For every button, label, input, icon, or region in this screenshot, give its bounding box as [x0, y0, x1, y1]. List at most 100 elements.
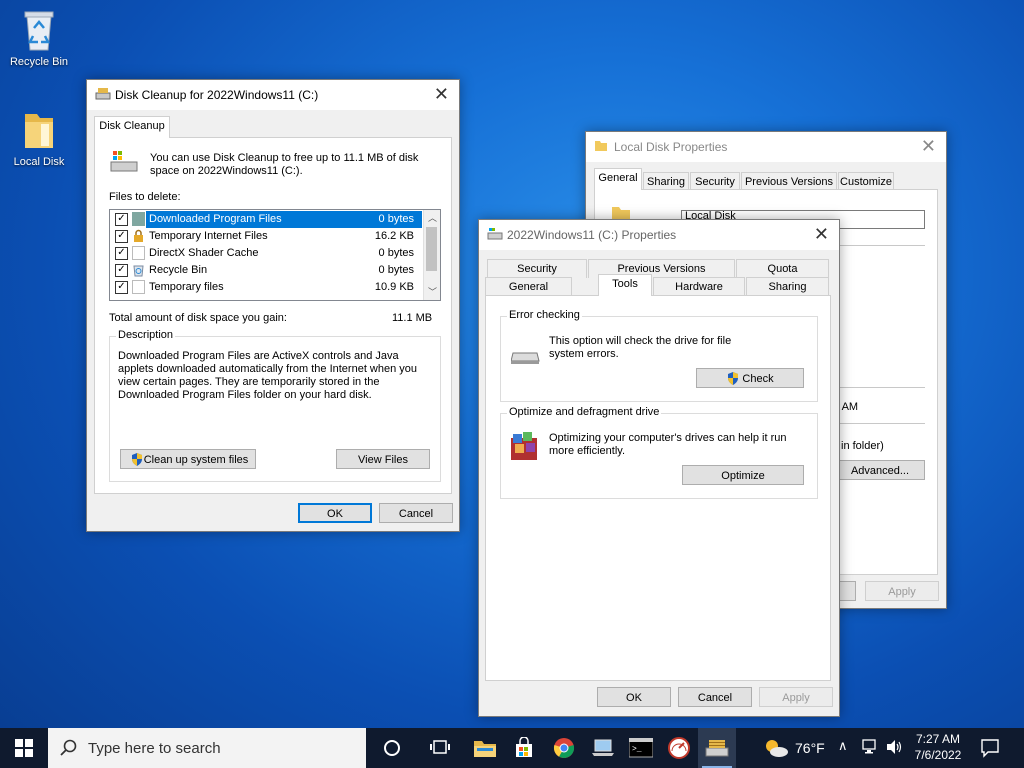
notifications-button[interactable]	[980, 738, 1000, 761]
tab-tools[interactable]: Tools	[598, 274, 652, 296]
apply-button[interactable]: Apply	[759, 687, 833, 707]
drive-icon	[510, 347, 541, 368]
cortana-icon	[384, 740, 400, 756]
list-item[interactable]: ✓ Temporary Internet Files 16.2 KB	[110, 228, 422, 245]
weather-temp: 76°F	[795, 740, 825, 756]
svg-text:>_: >_	[632, 745, 642, 754]
window-title: Disk Cleanup for 2022Windows11 (C:)	[115, 88, 319, 102]
description-group: Description Downloaded Program Files are…	[109, 329, 441, 482]
list-item[interactable]: ✓ DirectX Shader Cache 0 bytes	[110, 245, 422, 262]
divider	[831, 423, 925, 424]
chevron-down-icon[interactable]: ﹀	[428, 285, 437, 298]
cortana-button[interactable]	[372, 728, 410, 768]
cancel-button[interactable]: Cancel	[678, 687, 752, 707]
list-item[interactable]: ✓ Downloaded Program Files 0 bytes	[110, 211, 422, 228]
folder-icon	[594, 139, 608, 156]
clock-time: 7:27 AM	[915, 732, 961, 746]
terminal-icon: >_	[629, 738, 653, 758]
scrollbar-thumb[interactable]	[426, 227, 437, 271]
clock-date: 7/6/2022	[914, 748, 962, 762]
window-title: 2022Windows11 (C:) Properties	[507, 228, 677, 242]
optimize-text: Optimizing your computer's drives can he…	[549, 432, 787, 457]
disk-cleanup-window: Disk Cleanup for 2022Windows11 (C:) ✕ Di…	[86, 79, 460, 532]
optimize-group: Optimize and defragment drive Optimizing…	[500, 406, 818, 499]
title-bar[interactable]: Disk Cleanup for 2022Windows11 (C:) ✕	[87, 80, 459, 110]
drive-properties-window: 2022Windows11 (C:) Properties ✕ Security…	[478, 219, 840, 717]
checkbox[interactable]: ✓	[115, 264, 128, 277]
title-bar[interactable]: Local Disk Properties ✕	[586, 132, 946, 162]
cancel-button[interactable]: Cancel	[379, 503, 453, 523]
store-icon	[516, 737, 532, 757]
recycle-bin-icon	[21, 8, 57, 52]
file-size: 0 bytes	[378, 213, 414, 225]
file-explorer-app[interactable]	[466, 728, 504, 768]
disk-cleanup-pane: You can use Disk Cleanup to free up to 1…	[94, 137, 452, 494]
divider	[831, 245, 925, 246]
description-text: Downloaded Program Files are ActiveX con…	[118, 350, 418, 401]
tab-general[interactable]: General	[485, 277, 572, 296]
tab-general[interactable]: General	[594, 168, 642, 190]
checkbox[interactable]: ✓	[115, 230, 128, 243]
weather-widget[interactable]: 76°F	[760, 728, 830, 768]
files-list[interactable]: ✓ Downloaded Program Files 0 bytes ✓ Tem…	[109, 209, 441, 301]
scrollbar[interactable]: ︿ ﹀	[423, 210, 440, 300]
store-app[interactable]	[505, 728, 543, 768]
list-item[interactable]: ✓ Recycle Bin 0 bytes	[110, 262, 422, 279]
advanced-button[interactable]: Advanced...	[835, 460, 925, 480]
tab-quota[interactable]: Quota	[736, 259, 829, 278]
disk-cleanup-icon	[95, 87, 111, 104]
title-bar[interactable]: 2022Windows11 (C:) Properties ✕	[479, 220, 839, 250]
total-value: 11.1 MB	[392, 312, 433, 324]
drive-icon	[109, 148, 139, 177]
optimize-button[interactable]: Optimize	[682, 465, 804, 485]
checkbox[interactable]: ✓	[115, 247, 128, 260]
desktop-icon-recycle-bin[interactable]: Recycle Bin	[3, 8, 75, 68]
button-label: Clean up system files	[143, 454, 249, 466]
error-checking-text: This option will check the drive for fil…	[549, 335, 732, 360]
error-checking-group: Error checking This option will check th…	[500, 309, 818, 402]
desktop-icon-local-disk[interactable]: Local Disk	[3, 108, 75, 168]
close-button[interactable]: ✕	[814, 224, 829, 245]
chrome-app[interactable]	[545, 728, 583, 768]
volume-icon[interactable]	[885, 739, 903, 758]
remote-desktop-app[interactable]	[584, 728, 622, 768]
clock[interactable]: 7:27 AM 7/6/2022	[906, 731, 970, 763]
task-view-button[interactable]	[420, 728, 458, 768]
list-item[interactable]: ✓ Temporary files 10.9 KB	[110, 279, 422, 296]
start-button[interactable]	[0, 728, 48, 768]
tab-hardware[interactable]: Hardware	[653, 277, 745, 296]
clean-up-system-files-button[interactable]: Clean up system files	[120, 449, 256, 469]
checkbox[interactable]: ✓	[115, 281, 128, 294]
tab-sharing[interactable]: Sharing	[746, 277, 829, 296]
tools-pane: Error checking This option will check th…	[485, 295, 831, 681]
drive-icon	[487, 227, 503, 244]
desktop-icon-label: Local Disk	[13, 156, 65, 168]
chevron-up-icon[interactable]: ︿	[428, 211, 437, 224]
optimize-label: Optimize and defragment drive	[507, 406, 662, 418]
tab-security[interactable]: Security	[487, 259, 587, 278]
file-name: Downloaded Program Files	[149, 213, 282, 225]
search-box[interactable]: Type here to search	[48, 728, 366, 768]
file-name: Temporary Internet Files	[149, 230, 268, 242]
ok-button[interactable]: OK	[597, 687, 671, 707]
file-name: DirectX Shader Cache	[149, 247, 259, 259]
desktop-icon-label: Recycle Bin	[9, 56, 69, 68]
close-button[interactable]: ✕	[921, 136, 936, 157]
disk-cleanup-app[interactable]	[698, 728, 736, 768]
file-size: 0 bytes	[378, 247, 414, 259]
speedometer-app[interactable]	[660, 728, 698, 768]
view-files-button[interactable]: View Files	[336, 449, 430, 469]
checkbox[interactable]: ✓	[115, 213, 128, 226]
close-button[interactable]: ✕	[434, 84, 449, 105]
apply-button[interactable]: Apply	[865, 581, 939, 601]
network-icon[interactable]	[862, 739, 880, 758]
command-prompt-app[interactable]: >_	[622, 728, 660, 768]
laptop-icon	[592, 739, 614, 756]
tab-disk-cleanup[interactable]: Disk Cleanup	[94, 116, 170, 138]
file-explorer-icon	[474, 741, 496, 757]
check-button[interactable]: Check	[696, 368, 804, 388]
recycle-bin-icon	[132, 263, 145, 277]
divider	[831, 387, 925, 388]
tray-overflow-button[interactable]: ∧	[838, 738, 848, 754]
ok-button[interactable]: OK	[298, 503, 372, 523]
